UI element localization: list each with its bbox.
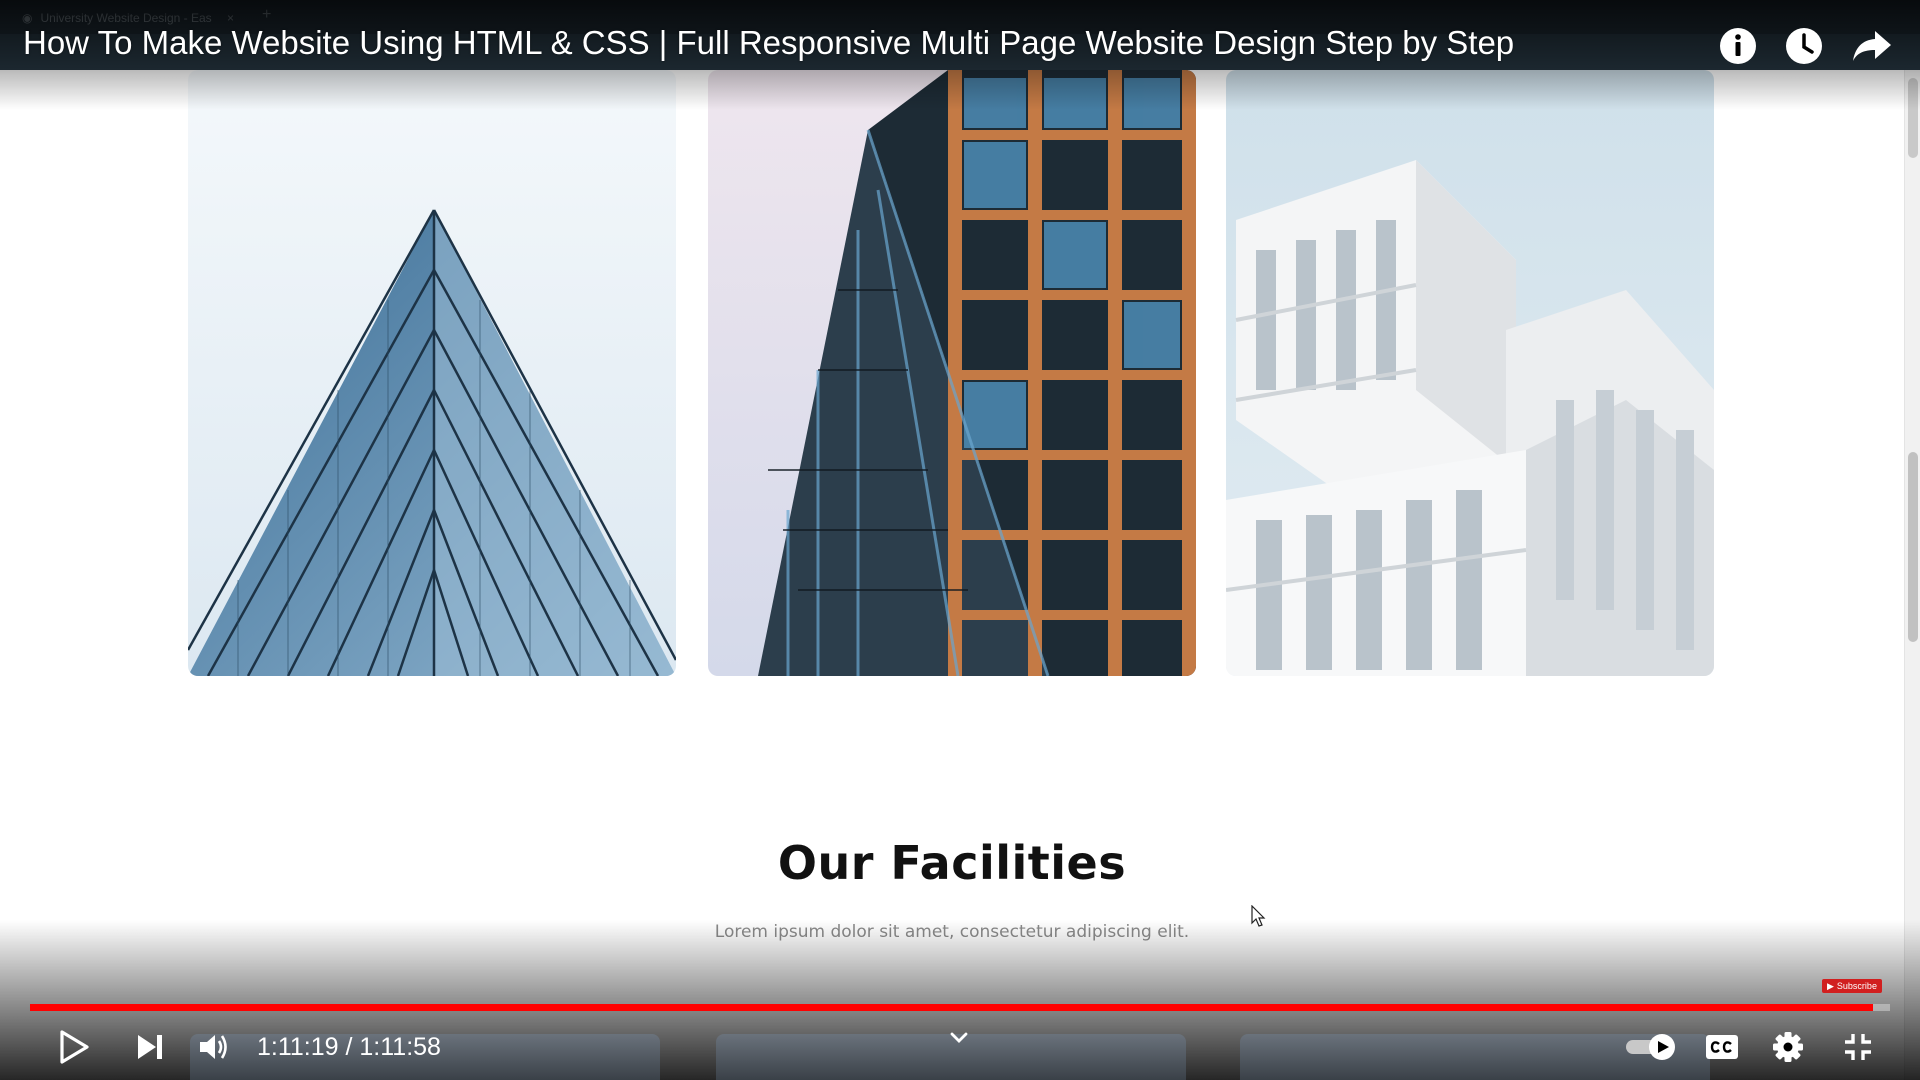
- time-separator: /: [338, 1033, 360, 1061]
- video-title[interactable]: How To Make Website Using HTML & CSS | F…: [23, 24, 1514, 62]
- watch-later-icon: [1786, 28, 1822, 64]
- info-button[interactable]: [1714, 22, 1762, 70]
- building-image-white-modular: [1226, 70, 1714, 676]
- current-time: 1:11:19: [257, 1033, 339, 1061]
- building-image-glass-pyramid: [188, 70, 676, 676]
- recorded-tab-title: University Website Design - Eas: [40, 11, 212, 25]
- autoplay-toggle-icon: [1626, 1034, 1675, 1060]
- close-icon: ×: [226, 11, 234, 25]
- subscribe-label: Subscribe: [1836, 981, 1877, 991]
- section-subtitle: Lorem ipsum dolor sit amet, consectetur …: [714, 922, 1190, 942]
- recorded-scrollbar-top: [1908, 78, 1918, 158]
- next-button[interactable]: [126, 1024, 174, 1070]
- progress-played: [30, 1004, 1874, 1011]
- chevron-down-icon[interactable]: [948, 1030, 970, 1046]
- settings-gear-icon: [1773, 1032, 1803, 1062]
- plus-icon: +: [262, 6, 272, 23]
- volume-icon: [200, 1035, 227, 1059]
- time-display: 1:11:19 / 1:11:58: [257, 1030, 441, 1064]
- globe-icon: ◉: [22, 11, 33, 25]
- settings-button[interactable]: [1764, 1024, 1812, 1070]
- recorded-scrollbar-thumb: [1908, 452, 1918, 642]
- youtube-logo-icon: ▶: [1827, 980, 1834, 991]
- share-icon: [1853, 31, 1891, 61]
- play-icon: [60, 1030, 89, 1064]
- building-image-copper-tower: [708, 70, 1196, 676]
- info-icon: [1720, 28, 1756, 64]
- closed-captions-icon: [1706, 1035, 1738, 1059]
- section-title: Our Facilities: [777, 836, 1127, 890]
- autoplay-toggle[interactable]: [1622, 1024, 1682, 1070]
- duration: 1:11:58: [359, 1033, 441, 1061]
- closed-captions-button[interactable]: [1700, 1024, 1744, 1070]
- share-button[interactable]: [1848, 22, 1896, 70]
- exit-fullscreen-button[interactable]: [1834, 1024, 1882, 1070]
- recorded-page-scrollbar: [1904, 70, 1920, 1080]
- video-frame[interactable]: ◉ University Website Design - Eas × + Ou…: [0, 0, 1920, 1080]
- volume-button[interactable]: [190, 1024, 238, 1070]
- progress-bar[interactable]: [30, 1004, 1890, 1011]
- subscribe-watermark[interactable]: ▶ Subscribe: [1822, 979, 1882, 993]
- exit-fullscreen-icon: [1845, 1034, 1871, 1060]
- play-button[interactable]: [50, 1024, 98, 1070]
- mouse-cursor-icon: [1251, 905, 1266, 927]
- next-icon: [138, 1035, 162, 1059]
- watch-later-button[interactable]: [1780, 22, 1828, 70]
